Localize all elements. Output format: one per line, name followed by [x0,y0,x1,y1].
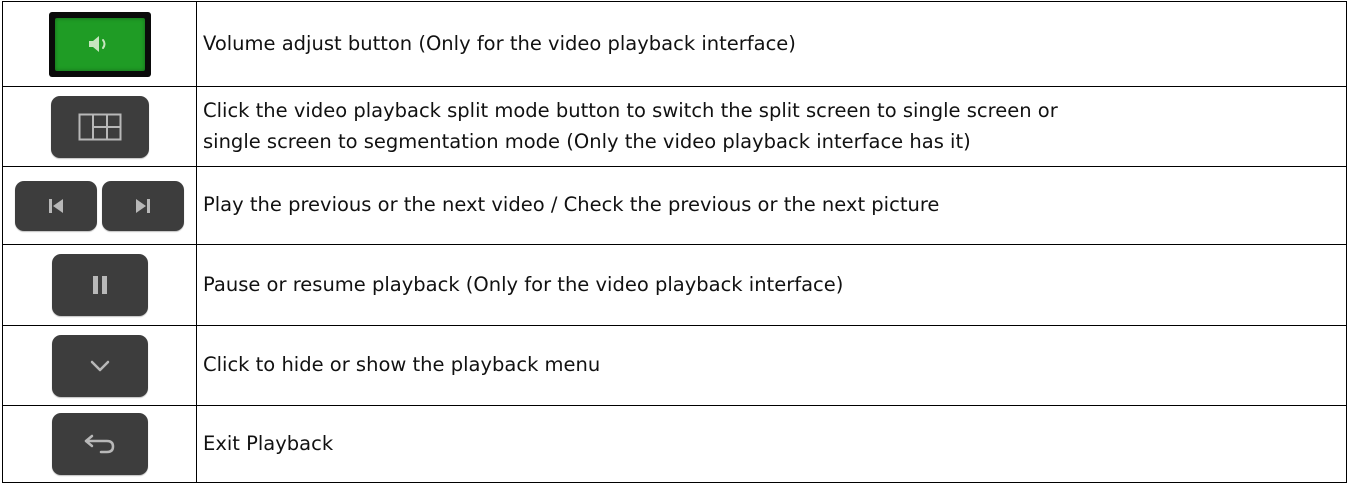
icon-cell [2,244,197,326]
icon-cell [2,166,197,245]
description-line: Click the video playback split mode butt… [203,98,1058,122]
description-text: Click to hide or show the playback menu [196,325,1347,406]
playback-controls-table: Volume adjust button (Only for the video… [2,1,1347,483]
icon-cell [2,86,197,167]
description-text: Exit Playback [196,405,1347,483]
hide-menu-button[interactable] [51,334,148,397]
description-text: Click the video playback split mode butt… [196,86,1347,167]
return-icon [84,434,114,454]
icon-cell [2,405,197,483]
pause-icon [92,276,107,294]
description-text: Play the previous or the next video / Ch… [196,166,1347,245]
table-row: Click the video playback split mode butt… [2,86,1347,167]
icon-cell [2,325,197,406]
description-line: single screen to segmentation mode (Only… [203,129,971,153]
table-row: Exit Playback [2,405,1347,483]
chevron-down-icon [90,360,109,371]
previous-icon [49,198,63,213]
table-row: Volume adjust button (Only for the video… [2,1,1347,87]
description-text: Volume adjust button (Only for the video… [196,1,1347,87]
next-button[interactable] [102,180,184,231]
table-row: Play the previous or the next video / Ch… [2,166,1347,245]
icon-cell [2,1,197,87]
exit-playback-button[interactable] [51,413,148,475]
pause-button[interactable] [51,254,148,316]
previous-button[interactable] [15,180,97,231]
description-text: Pause or resume playback (Only for the v… [196,244,1347,326]
next-icon [136,198,150,213]
table-row: Click to hide or show the playback menu [2,325,1347,406]
table-row: Pause or resume playback (Only for the v… [2,244,1347,326]
volume-icon [88,36,105,52]
split-screen-icon [78,113,121,140]
split-mode-button[interactable] [50,95,149,158]
volume-button[interactable] [48,11,151,77]
